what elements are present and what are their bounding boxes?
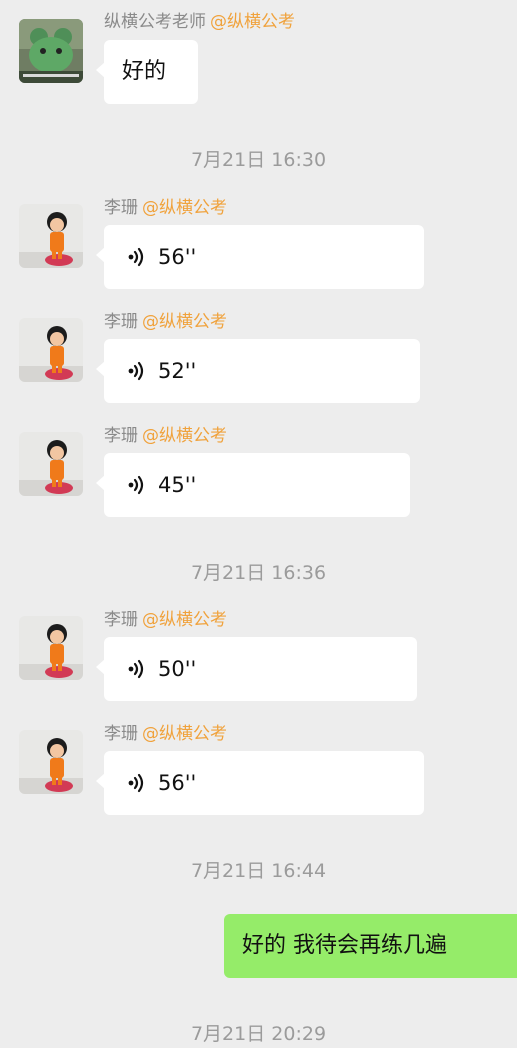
sender-org-tag: @纵横公考 xyxy=(142,198,227,218)
doll-avatar-image xyxy=(19,318,83,382)
voice-duration: 50'' xyxy=(158,657,197,681)
sender-org-tag: @纵横公考 xyxy=(142,312,227,332)
message-bubble-text[interactable]: 好的 xyxy=(96,40,198,104)
avatar-lishan[interactable] xyxy=(19,204,83,268)
timestamp: 7月21日 16:44 xyxy=(190,860,327,882)
avatar-lishan[interactable] xyxy=(19,318,83,382)
sender-name: 李珊 @纵横公考 xyxy=(104,312,227,332)
message-text: 好的 xyxy=(122,59,167,84)
voice-message-bubble[interactable]: 56'' xyxy=(96,225,424,289)
timestamp: 7月21日 16:30 xyxy=(190,149,327,171)
avatar-lishan[interactable] xyxy=(19,616,83,680)
sender-name-text: 纵横公考老师 xyxy=(104,12,206,32)
my-message-text: 好的 我待会再练几遍 xyxy=(242,933,447,958)
doll-avatar-image xyxy=(19,204,83,268)
sender-name: 李珊 @纵横公考 xyxy=(104,426,227,446)
sender-name-text: 李珊 xyxy=(104,312,138,332)
doll-avatar-image xyxy=(19,432,83,496)
voice-message-bubble[interactable]: 52'' xyxy=(96,339,420,403)
my-message-bubble[interactable]: 好的 我待会再练几遍 xyxy=(224,914,517,978)
voice-message-bubble[interactable]: 56'' xyxy=(96,751,424,815)
voice-message-bubble[interactable]: 50'' xyxy=(96,637,417,701)
teacher-avatar-image xyxy=(19,19,83,83)
voice-wave-icon xyxy=(128,361,144,381)
doll-avatar-image xyxy=(19,730,83,794)
sender-name: 李珊 @纵横公考 xyxy=(104,198,227,218)
sender-name-text: 李珊 xyxy=(104,426,138,446)
doll-avatar-image xyxy=(19,616,83,680)
voice-duration: 56'' xyxy=(158,771,197,795)
sender-org-tag: @纵横公考 xyxy=(210,12,295,32)
voice-duration: 56'' xyxy=(158,245,197,269)
sender-name-text: 李珊 xyxy=(104,198,138,218)
voice-duration: 52'' xyxy=(158,359,197,383)
sender-org-tag: @纵横公考 xyxy=(142,426,227,446)
sender-org-tag: @纵横公考 xyxy=(142,724,227,744)
voice-wave-icon xyxy=(128,659,144,679)
sender-name: 李珊 @纵横公考 xyxy=(104,610,227,630)
sender-org-tag: @纵横公考 xyxy=(142,610,227,630)
voice-wave-icon xyxy=(128,247,144,267)
voice-wave-icon xyxy=(128,773,144,793)
sender-name-text: 李珊 xyxy=(104,610,138,630)
voice-message-bubble[interactable]: 45'' xyxy=(96,453,410,517)
avatar-teacher[interactable] xyxy=(19,19,83,83)
voice-wave-icon xyxy=(128,475,144,495)
avatar-lishan[interactable] xyxy=(19,730,83,794)
avatar-lishan[interactable] xyxy=(19,432,83,496)
timestamp: 7月21日 16:36 xyxy=(190,562,327,584)
voice-duration: 45'' xyxy=(158,473,197,497)
sender-name: 纵横公考老师 @纵横公考 xyxy=(104,12,295,32)
sender-name: 李珊 @纵横公考 xyxy=(104,724,227,744)
timestamp: 7月21日 20:29 xyxy=(190,1023,327,1045)
sender-name-text: 李珊 xyxy=(104,724,138,744)
